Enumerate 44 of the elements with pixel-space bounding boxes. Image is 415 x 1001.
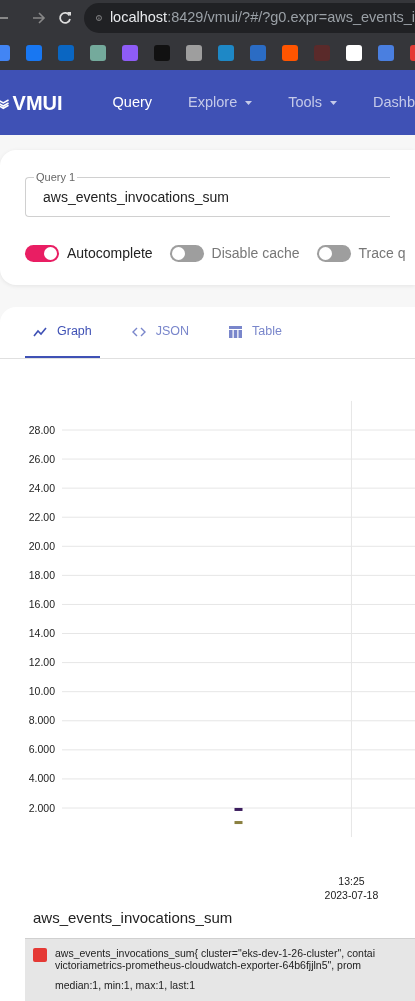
bookmark-icon[interactable] — [346, 44, 362, 61]
forward-icon[interactable] — [32, 10, 46, 25]
reload-icon[interactable] — [58, 10, 72, 25]
y-axis-label: 20.00 — [28, 539, 55, 552]
address-field[interactable]: localhost:8429/vmui/?#/?g0.expr=aws_events_i — [84, 2, 415, 33]
y-axis-label: 16.00 — [28, 597, 55, 610]
y-axis-label: 10.00 — [28, 685, 55, 698]
url-text: localhost:8429/vmui/?#/?g0.expr=aws_events_i — [109, 7, 415, 27]
nav-link[interactable]: Dashb — [373, 91, 415, 114]
y-axis-label: 14.00 — [28, 627, 55, 640]
back-icon[interactable] — [0, 16, 8, 19]
series-label: aws_events_invocations_sum{ cluster="eks-dev-1-26-cluster", contai — [55, 946, 375, 959]
x-axis-label: 13:25 2023-07-18 — [324, 875, 379, 901]
toggle-label: Disable cache — [211, 244, 300, 263]
toggle-label: Autocomplete — [67, 244, 153, 263]
legend-title: aws_events_invocations_sum — [32, 908, 234, 928]
view-tab[interactable]: Graph — [25, 307, 100, 358]
y-axis-label: 18.00 — [28, 568, 55, 581]
y-axis-label: 28.00 — [28, 423, 55, 436]
toggle-switch[interactable] — [316, 245, 351, 262]
table-icon — [229, 325, 243, 338]
code-icon — [131, 326, 146, 337]
legend-item[interactable]: aws_events_invocations_sum{ cluster="eks-dev-1-26-cluster", contai victoriametrics-prometheus-cloudwatch-exporter-64b6fjjln5", prom median:1, min:1, max:1, last:1 — [25, 937, 415, 1001]
query-text: aws_events_invocations_sum — [43, 187, 229, 207]
series-label: victoriametrics-prometheus-cloudwatch-exporter-64b6fjjln5", prom — [55, 958, 362, 971]
y-axis-label: 2.000 — [28, 801, 55, 814]
series-stats: median:1, min:1, max:1, last:1 — [55, 977, 197, 993]
y-axis-label: 6.000 — [28, 743, 55, 756]
y-axis-label: 8.000 — [28, 714, 55, 727]
y-axis-label: 12.00 — [28, 656, 55, 669]
view-tab[interactable]: Table — [221, 307, 290, 358]
view-tab[interactable]: JSON — [123, 307, 198, 358]
y-axis-label: 4.000 — [28, 772, 55, 785]
nav-link[interactable]: Tools — [288, 91, 338, 114]
y-axis-label: 22.00 — [28, 510, 55, 523]
toggle-label: Trace q — [358, 244, 406, 263]
logo-text: VMUI — [12, 90, 63, 116]
nav-link[interactable]: Query — [112, 91, 153, 114]
line-chart-icon — [33, 326, 47, 337]
toggle-switch[interactable] — [169, 245, 204, 262]
nav-link[interactable]: Explore — [188, 91, 253, 114]
y-axis-label: 24.00 — [28, 481, 55, 494]
y-axis-label: 26.00 — [28, 452, 55, 465]
toggle-switch[interactable] — [25, 245, 59, 262]
